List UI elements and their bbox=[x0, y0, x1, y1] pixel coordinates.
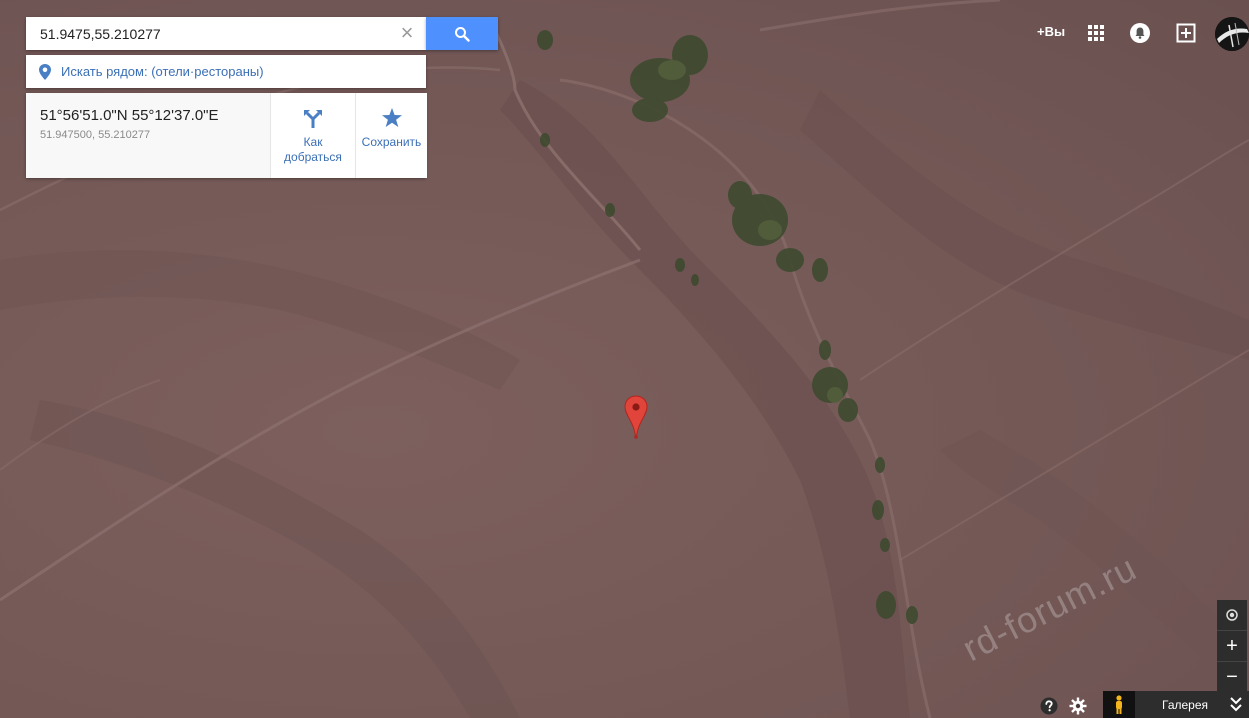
gallery-bar: Галерея bbox=[1103, 691, 1249, 718]
search-button[interactable] bbox=[426, 17, 498, 50]
my-location-button[interactable] bbox=[1217, 600, 1247, 630]
gallery-label[interactable]: Галерея bbox=[1162, 698, 1208, 712]
avatar[interactable] bbox=[1215, 17, 1249, 51]
share-plus-icon[interactable] bbox=[1176, 23, 1196, 43]
zoom-in-button[interactable]: + bbox=[1217, 630, 1247, 661]
star-icon bbox=[381, 108, 402, 127]
directions-label-line2: добраться bbox=[284, 150, 342, 164]
help-icon[interactable] bbox=[1040, 697, 1058, 715]
place-card: 51°56'51.0"N 55°12'37.0"E 51.947500, 55.… bbox=[26, 93, 427, 178]
notifications-icon[interactable] bbox=[1130, 23, 1150, 43]
search-input[interactable] bbox=[26, 17, 396, 50]
directions-icon bbox=[304, 110, 322, 128]
coordinates-decimal: 51.947500, 55.210277 bbox=[40, 129, 151, 141]
search-box: × bbox=[26, 17, 426, 50]
map-marker-icon[interactable] bbox=[623, 395, 649, 439]
location-pin-icon bbox=[39, 63, 51, 80]
settings-icon[interactable] bbox=[1069, 697, 1087, 715]
search-icon bbox=[455, 26, 470, 42]
google-plus-link[interactable]: +Вы bbox=[1037, 24, 1065, 39]
close-icon[interactable]: × bbox=[398, 22, 416, 44]
place-info: 51°56'51.0"N 55°12'37.0"E 51.947500, 55.… bbox=[26, 93, 270, 178]
avatar-image bbox=[1215, 17, 1249, 51]
pegman-icon bbox=[1116, 694, 1122, 714]
zoom-out-button[interactable]: − bbox=[1217, 661, 1247, 692]
chevron-down-icon[interactable] bbox=[1229, 694, 1243, 714]
coordinates-dms: 51°56'51.0"N 55°12'37.0"E bbox=[40, 107, 219, 124]
directions-button[interactable]: Как добраться bbox=[270, 93, 355, 178]
save-label: Сохранить bbox=[361, 135, 422, 149]
directions-label-line1: Как bbox=[303, 135, 323, 149]
my-location-icon bbox=[1226, 609, 1238, 621]
search-nearby-link[interactable]: Искать рядом: (отели·рестораны) bbox=[26, 55, 426, 88]
map-controls: + − bbox=[1217, 600, 1247, 692]
search-nearby-text: Искать рядом: (отели·рестораны) bbox=[61, 64, 264, 79]
save-button[interactable]: Сохранить bbox=[355, 93, 427, 178]
apps-grid-icon[interactable] bbox=[1088, 25, 1104, 41]
pegman-button[interactable] bbox=[1103, 691, 1135, 718]
